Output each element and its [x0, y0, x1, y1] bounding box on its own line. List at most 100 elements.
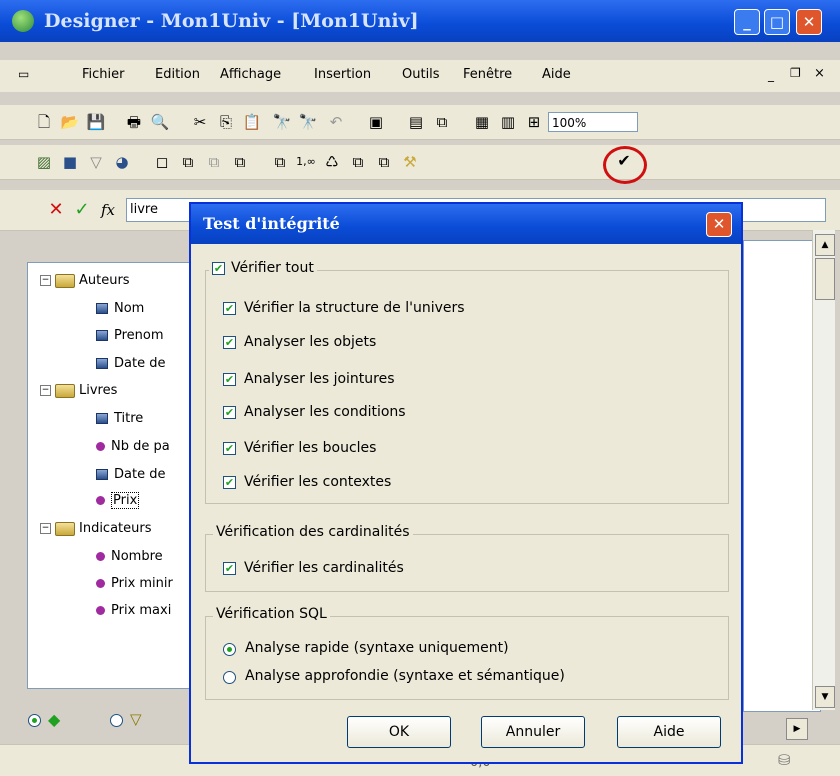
check-objects-row[interactable]: ✔ Analyser les objets — [223, 334, 376, 350]
tree-item[interactable]: Prix minir — [96, 576, 173, 591]
sql-quick-option[interactable]: Analyse rapide (syntaxe uniquement) — [223, 640, 509, 656]
tree-folder-indicateurs[interactable]: − Indicateurs — [40, 521, 152, 536]
check-cardinalities-row[interactable]: ✔ Vérifier les cardinalités — [223, 560, 404, 576]
checkbox[interactable]: ✔ — [223, 475, 236, 489]
measure-icon — [96, 552, 105, 561]
measure-icon — [96, 579, 105, 588]
check-contexts-row[interactable]: ✔ Vérifier les contextes — [223, 474, 391, 490]
vertical-scrollbar[interactable]: ▲ ▼ — [812, 230, 835, 710]
check-all-row[interactable]: ✔ Vérifier tout — [209, 260, 317, 276]
menu-outils[interactable]: Outils — [402, 67, 440, 82]
scroll-right-icon[interactable]: ▶ — [786, 718, 808, 740]
arrange-icon[interactable]: ▦ — [472, 112, 492, 132]
sql-deep-option[interactable]: Analyse approfondie (syntaxe et sémantiq… — [223, 668, 565, 684]
hierarchy-icon[interactable]: ◕ — [112, 152, 132, 172]
check-loops-row[interactable]: ✔ Vérifier les boucles — [223, 440, 376, 456]
checkbox[interactable]: ✔ — [223, 561, 236, 575]
mdi-restore-icon[interactable]: ❐ — [790, 66, 801, 80]
view-classes-radio[interactable] — [28, 714, 41, 727]
check-joins-row[interactable]: ✔ Analyser les jointures — [223, 371, 395, 387]
scroll-up-icon[interactable]: ▲ — [815, 234, 835, 256]
tree-item[interactable]: Nb de pa — [96, 439, 170, 454]
menu-insertion[interactable]: Insertion — [314, 67, 371, 82]
radio-button[interactable] — [223, 671, 236, 684]
grid-icon[interactable]: ⊞ — [524, 112, 544, 132]
menu-fenetre[interactable]: Fenêtre — [463, 67, 512, 82]
tree-item-selected[interactable]: Prix — [96, 492, 140, 509]
scroll-thumb[interactable] — [815, 258, 835, 300]
layout-icon[interactable]: ▥ — [498, 112, 518, 132]
cut-icon[interactable]: ✂ — [190, 112, 210, 132]
tree-item[interactable]: Prix maxi — [96, 603, 171, 618]
checkbox[interactable]: ✔ — [223, 301, 236, 315]
find-next-icon[interactable]: 🔭 — [298, 112, 318, 132]
zoom-field[interactable]: 100% — [548, 112, 638, 132]
properties-icon[interactable]: ▣ — [366, 112, 386, 132]
insert-condition-icon[interactable]: ▽ — [86, 152, 106, 172]
cancel-button[interactable]: Annuler — [481, 716, 585, 748]
insert-object-icon[interactable]: ■ — [60, 152, 80, 172]
measure-icon — [96, 496, 105, 505]
check-all-checkbox[interactable]: ✔ — [212, 261, 225, 275]
minimize-button[interactable]: _ — [734, 9, 760, 35]
view-conditions-radio[interactable] — [110, 714, 123, 727]
tree-item[interactable]: Date de — [96, 467, 165, 482]
detect-aliases-icon[interactable]: ⧉ — [348, 152, 368, 172]
undo-icon[interactable]: ↶ — [326, 112, 346, 132]
print-preview-icon[interactable]: 🔍 — [150, 112, 170, 132]
insert-join-icon[interactable]: ⧉ — [178, 152, 198, 172]
print-icon[interactable]: 🖶 — [124, 112, 144, 132]
check-structure-row[interactable]: ✔ Vérifier la structure de l'univers — [223, 300, 465, 316]
check-conditions-row[interactable]: ✔ Analyser les conditions — [223, 404, 406, 420]
function-icon[interactable]: fx — [98, 200, 118, 220]
checkbox[interactable]: ✔ — [223, 372, 236, 386]
detect-joins-icon[interactable]: ⧉ — [270, 152, 290, 172]
mdi-close-icon[interactable]: × — [814, 66, 825, 81]
tree-item[interactable]: Prenom — [96, 328, 164, 343]
help-button[interactable]: Aide — [617, 716, 721, 748]
checkbox[interactable]: ✔ — [223, 441, 236, 455]
paste-icon[interactable]: 📋 — [242, 112, 262, 132]
ok-button[interactable]: OK — [347, 716, 451, 748]
window-title: Designer - Mon1Univ - [Mon1Univ] — [44, 10, 419, 32]
join-icon[interactable]: ⧉ — [432, 112, 452, 132]
tree-item[interactable]: Nom — [96, 301, 144, 316]
insert-alias-icon[interactable]: ⧉ — [204, 152, 224, 172]
copy-icon[interactable]: ⎘ — [216, 112, 236, 132]
checkbox[interactable]: ✔ — [223, 405, 236, 419]
radio-button[interactable] — [223, 643, 236, 656]
save-icon[interactable]: 💾 — [86, 112, 106, 132]
menu-fichier[interactable]: Fichier — [82, 67, 125, 82]
dialog-titlebar[interactable]: Test d'intégrité ✕ — [191, 204, 741, 244]
tree-folder-livres[interactable]: − Livres — [40, 383, 117, 398]
dialog-close-button[interactable]: ✕ — [706, 212, 732, 237]
window-titlebar[interactable]: Designer - Mon1Univ - [Mon1Univ] _ □ ✕ — [0, 0, 840, 42]
detect-contexts-icon[interactable]: ⧉ — [374, 152, 394, 172]
scroll-down-icon[interactable]: ▼ — [815, 686, 835, 708]
wizard-icon[interactable]: ⚒ — [400, 152, 420, 172]
open-icon[interactable]: 📂 — [60, 112, 80, 132]
menu-affichage[interactable]: Affichage — [220, 67, 281, 82]
insert-table-icon[interactable]: ◻ — [152, 152, 172, 172]
new-icon[interactable]: 🗋 — [34, 112, 54, 132]
find-icon[interactable]: 🔭 — [272, 112, 292, 132]
menu-aide[interactable]: Aide — [542, 67, 571, 82]
tree-folder-auteurs[interactable]: − Auteurs — [40, 273, 130, 288]
tree-item[interactable]: Nombre — [96, 549, 163, 564]
detect-cardinalities-icon[interactable]: 1,∞ — [296, 152, 316, 172]
maximize-button[interactable]: □ — [764, 9, 790, 35]
detect-loops-icon[interactable]: ♺ — [322, 152, 342, 172]
close-button[interactable]: ✕ — [796, 9, 822, 35]
accept-edit-icon[interactable]: ✓ — [72, 200, 92, 220]
mdi-minimize-icon[interactable]: _ — [768, 68, 774, 82]
tree-item[interactable]: Date de — [96, 356, 165, 371]
checkbox[interactable]: ✔ — [223, 335, 236, 349]
table-icon[interactable]: ▤ — [406, 112, 426, 132]
insert-class-icon[interactable]: ▨ — [34, 152, 54, 172]
menu-edition[interactable]: Edition — [155, 67, 200, 82]
tree-item[interactable]: Titre — [96, 411, 143, 426]
cancel-edit-icon[interactable]: ✕ — [46, 200, 66, 220]
insert-context-icon[interactable]: ⧉ — [230, 152, 250, 172]
view-selector-bar: ◆ ▽ — [22, 706, 192, 734]
dimension-icon — [96, 358, 108, 369]
